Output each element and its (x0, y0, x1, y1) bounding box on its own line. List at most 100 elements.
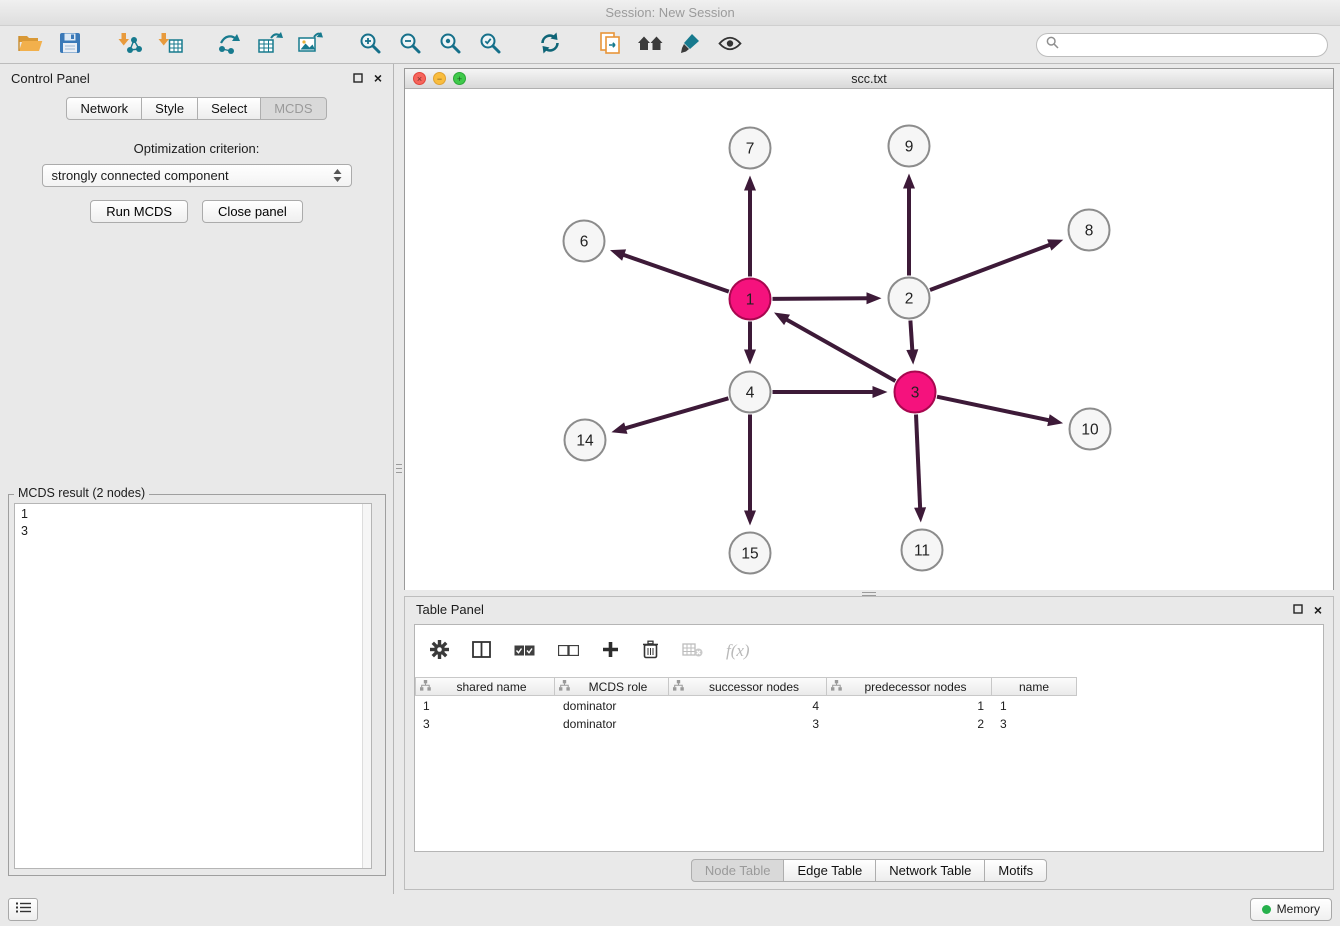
import-network-button[interactable] (110, 30, 150, 60)
tab-mcds[interactable]: MCDS (261, 97, 326, 120)
memory-button[interactable]: Memory (1250, 898, 1332, 921)
visibility-button[interactable] (710, 30, 750, 60)
graph-node-15[interactable]: 15 (730, 533, 771, 574)
tab-style[interactable]: Style (142, 97, 198, 120)
status-bar: Memory (0, 892, 1340, 926)
close-window-icon[interactable]: × (413, 72, 426, 85)
splitter-grip[interactable] (396, 464, 402, 473)
column-header-successor-nodes[interactable]: successor nodes (669, 677, 827, 696)
sort-icon[interactable] (559, 680, 570, 694)
float-panel-icon[interactable] (353, 71, 363, 86)
tab-select[interactable]: Select (198, 97, 261, 120)
close-panel-icon[interactable]: × (374, 71, 382, 85)
task-history-button[interactable] (8, 898, 38, 921)
vertical-splitter[interactable] (395, 64, 404, 894)
graph-edge-2-3[interactable] (910, 321, 912, 352)
graph-node-4[interactable]: 4 (730, 372, 771, 413)
save-icon (59, 32, 81, 57)
window-title: Session: New Session (605, 5, 734, 20)
zoom-selected-button[interactable] (470, 30, 510, 60)
maximize-window-icon[interactable]: + (453, 72, 466, 85)
table-row[interactable]: 3 dominator 3 2 3 (415, 716, 1323, 732)
export-image-button[interactable] (290, 30, 330, 60)
graph-edge-4-14[interactable] (624, 398, 729, 428)
tab-edge-table[interactable]: Edge Table (784, 859, 876, 882)
cell-successor-nodes[interactable]: 3 (669, 716, 827, 732)
cell-shared-name[interactable]: 1 (415, 698, 555, 714)
function-builder-button[interactable]: f(x) (726, 641, 750, 661)
export-network-button[interactable] (210, 30, 250, 60)
criterion-select[interactable]: strongly connected component (42, 164, 352, 187)
close-panel-button[interactable]: Close panel (202, 200, 303, 223)
cell-predecessor-nodes[interactable]: 2 (827, 716, 992, 732)
graph-edge-1-2[interactable] (773, 298, 869, 299)
graph-edge-1-6[interactable] (622, 254, 729, 291)
search-input[interactable] (1065, 38, 1318, 52)
show-columns-button[interactable] (472, 641, 491, 661)
zoom-out-button[interactable] (390, 30, 430, 60)
import-table-button[interactable] (150, 30, 190, 60)
home-button[interactable] (630, 30, 670, 60)
deselect-all-columns-button[interactable] (558, 644, 579, 659)
tab-node-table[interactable]: Node Table (691, 859, 785, 882)
run-mcds-button[interactable]: Run MCDS (90, 200, 188, 223)
refresh-view-button[interactable] (530, 30, 570, 60)
cell-mcds-role[interactable]: dominator (555, 698, 669, 714)
graph-node-7[interactable]: 7 (730, 128, 771, 169)
table-settings-button[interactable] (430, 640, 449, 662)
network-graph[interactable]: 7 9 6 8 1 2 4 3 14 10 15 11 (405, 90, 1333, 590)
graph-node-10[interactable]: 10 (1070, 409, 1111, 450)
cell-mcds-role[interactable]: dominator (555, 716, 669, 732)
graph-node-9[interactable]: 9 (889, 126, 930, 167)
mcds-result-list[interactable]: 1 3 (14, 503, 372, 869)
search-box[interactable] (1036, 33, 1328, 57)
tab-motifs[interactable]: Motifs (985, 859, 1047, 882)
graph-node-3[interactable]: 3 (895, 372, 936, 413)
network-window-titlebar[interactable]: × − + scc.txt (405, 69, 1333, 89)
tab-network-table[interactable]: Network Table (876, 859, 985, 882)
export-table-button[interactable] (250, 30, 290, 60)
cell-name[interactable]: 1 (992, 698, 1077, 714)
scrollbar[interactable] (362, 504, 371, 868)
select-all-columns-button[interactable] (514, 644, 535, 659)
svg-text:7: 7 (746, 141, 755, 158)
graph-edge-3-11[interactable] (916, 415, 920, 510)
add-column-button[interactable] (602, 641, 619, 661)
graph-node-1[interactable]: 1 (730, 279, 771, 320)
zoom-in-button[interactable] (350, 30, 390, 60)
column-header-mcds-role[interactable]: MCDS role (555, 677, 669, 696)
sort-icon[interactable] (831, 680, 842, 694)
save-session-button[interactable] (50, 30, 90, 60)
close-panel-icon[interactable]: × (1314, 603, 1322, 617)
column-header-predecessor-nodes[interactable]: predecessor nodes (827, 677, 992, 696)
graph-node-8[interactable]: 8 (1069, 210, 1110, 251)
minimize-window-icon[interactable]: − (433, 72, 446, 85)
delete-table-button[interactable] (682, 642, 703, 660)
graph-edge-2-8[interactable] (930, 244, 1051, 290)
column-header-shared-name[interactable]: shared name (415, 677, 555, 696)
graph-edge-3-1[interactable] (785, 319, 895, 381)
cell-name[interactable]: 3 (992, 716, 1077, 732)
sort-icon[interactable] (420, 680, 431, 694)
graph-node-6[interactable]: 6 (564, 221, 605, 262)
delete-column-button[interactable] (642, 640, 659, 662)
graph-node-14[interactable]: 14 (565, 420, 606, 461)
document-arrow-icon (598, 31, 622, 58)
style-button[interactable] (670, 30, 710, 60)
zoom-fit-button[interactable] (430, 30, 470, 60)
graph-edge-3-10[interactable] (937, 397, 1050, 421)
graph-node-2[interactable]: 2 (889, 278, 930, 319)
export-page-button[interactable] (590, 30, 630, 60)
graph-node-11[interactable]: 11 (902, 530, 943, 571)
cell-predecessor-nodes[interactable]: 1 (827, 698, 992, 714)
table-panel-body: f(x) shared name MCDS role successor nod… (414, 624, 1324, 852)
network-canvas[interactable]: 7 9 6 8 1 2 4 3 14 10 15 11 (405, 90, 1333, 590)
cell-shared-name[interactable]: 3 (415, 716, 555, 732)
table-row[interactable]: 1 dominator 4 1 1 (415, 698, 1323, 714)
column-header-name[interactable]: name (992, 677, 1077, 696)
tab-network[interactable]: Network (66, 97, 142, 120)
sort-icon[interactable] (673, 680, 684, 694)
float-panel-icon[interactable] (1293, 602, 1303, 617)
open-file-button[interactable] (10, 30, 50, 60)
cell-successor-nodes[interactable]: 4 (669, 698, 827, 714)
